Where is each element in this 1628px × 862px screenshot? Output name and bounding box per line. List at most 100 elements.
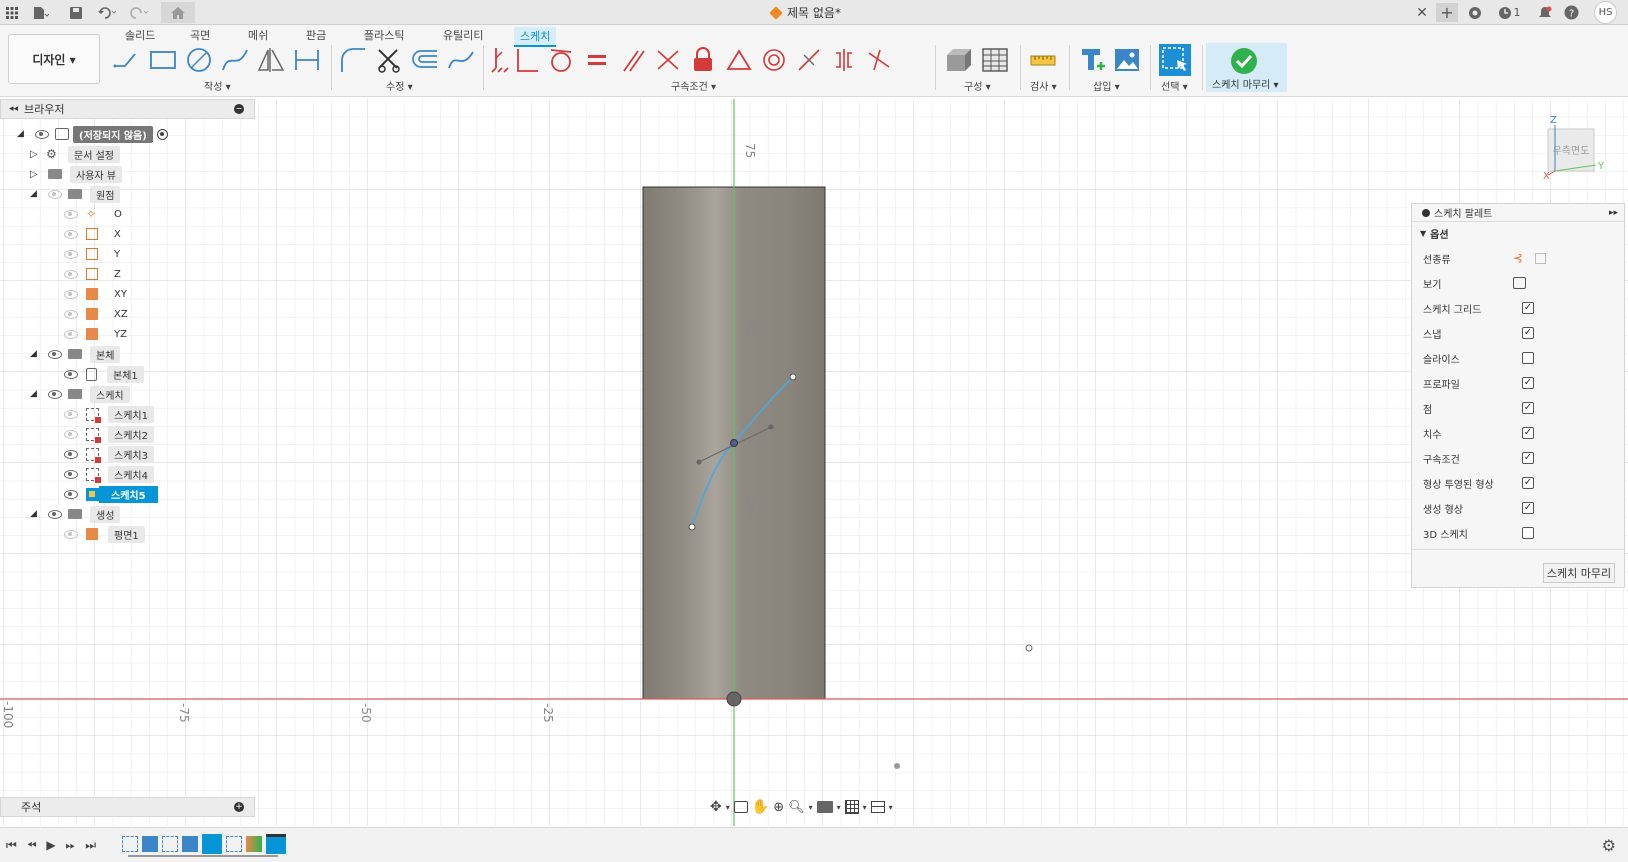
dropdown-arrow-icon[interactable]: ▾ — [889, 803, 893, 812]
offset-icon[interactable] — [410, 45, 440, 75]
tree-item-axis-x[interactable]: X — [64, 225, 127, 243]
app-grid-icon[interactable] — [4, 3, 20, 22]
fillet-icon[interactable] — [338, 45, 368, 75]
zoom-icon[interactable]: ⊕ — [773, 800, 784, 815]
line-icon[interactable] — [112, 45, 142, 75]
expand-icon[interactable]: ◢ — [30, 349, 42, 359]
points-checkbox[interactable]: ✓ — [1522, 402, 1534, 414]
visibility-eye-icon[interactable] — [64, 469, 78, 479]
visibility-eye-icon[interactable] — [35, 129, 49, 139]
visibility-eye-icon[interactable] — [48, 509, 62, 519]
insert-group-label[interactable]: 삽입 ▾ — [1093, 78, 1120, 93]
midpoint-icon[interactable] — [794, 45, 824, 75]
dropdown-arrow-icon[interactable]: ▾ — [726, 803, 730, 812]
tree-item-origin-point[interactable]: ✧ O — [64, 205, 128, 223]
tree-item-plane-xz[interactable]: XZ — [64, 305, 134, 323]
visibility-eye-icon[interactable] — [64, 309, 78, 319]
spline-icon[interactable] — [220, 45, 250, 75]
timeline-plane-icon[interactable] — [246, 836, 262, 852]
sketch-point[interactable] — [894, 763, 900, 769]
handle-point[interactable] — [768, 424, 774, 430]
tree-item-body1[interactable]: 본체1 — [64, 365, 144, 383]
tab-plastic[interactable]: 플라스틱 — [364, 27, 404, 43]
insert-derive-icon[interactable] — [1076, 45, 1106, 75]
circle-icon[interactable] — [184, 45, 214, 75]
trim-icon[interactable] — [374, 45, 404, 75]
expand-panel-icon[interactable]: ▸▸ — [1609, 208, 1618, 218]
table-icon[interactable] — [980, 45, 1010, 75]
tree-item-sketches[interactable]: ◢ 스케치 — [30, 385, 130, 403]
help-icon[interactable]: ? — [1562, 3, 1580, 22]
tree-item-origin[interactable]: ◢ 원점 — [30, 185, 121, 203]
visibility-eye-icon[interactable] — [64, 209, 78, 219]
finish-sketch-button[interactable]: 스케치 마무리 ▾ — [1206, 43, 1287, 92]
visibility-eye-icon[interactable] — [64, 229, 78, 239]
browser-header[interactable]: ◂◂ 브라우저 − — [0, 99, 255, 119]
curvature-icon[interactable] — [864, 45, 894, 75]
3d-sketch-checkbox[interactable] — [1522, 527, 1534, 539]
tree-item-plane-xy[interactable]: XY — [64, 285, 133, 303]
symmetry-icon[interactable] — [829, 45, 859, 75]
redo-icon[interactable] — [128, 3, 152, 22]
tree-item-named-views[interactable]: ▷ 사용자 뷰 — [30, 165, 122, 183]
pan-icon[interactable]: ✋ — [752, 799, 769, 815]
spline-mid-point[interactable] — [730, 439, 738, 447]
first-step-icon[interactable]: ⏮ — [6, 838, 17, 853]
rectangle-icon[interactable] — [148, 45, 178, 75]
construct-group-label[interactable]: 구성 ▾ — [964, 78, 991, 93]
tab-utilities[interactable]: 유틸리티 — [443, 27, 483, 43]
visibility-eye-icon[interactable] — [64, 449, 78, 459]
expand-icon[interactable]: ▷ — [30, 169, 42, 180]
visibility-eye-icon[interactable] — [64, 289, 78, 299]
last-step-icon[interactable]: ⏭ — [85, 838, 96, 853]
tree-item-plane-yz[interactable]: YZ — [64, 325, 133, 343]
select-group-label[interactable]: 선택 ▾ — [1161, 78, 1188, 93]
extensions-icon[interactable] — [1466, 3, 1484, 22]
perpendicular-icon[interactable] — [512, 45, 542, 75]
tab-sheetmetal[interactable]: 판금 — [306, 27, 326, 43]
visibility-eye-icon[interactable] — [64, 249, 78, 259]
profile-checkbox[interactable]: ✓ — [1522, 377, 1534, 389]
save-icon[interactable] — [68, 3, 84, 22]
display-settings-icon[interactable] — [816, 801, 833, 813]
slice-checkbox[interactable] — [1522, 352, 1534, 364]
viewports-icon[interactable] — [870, 801, 885, 813]
sketch-scale-icon[interactable] — [446, 45, 476, 75]
visibility-eye-icon[interactable] — [64, 369, 78, 379]
visibility-eye-icon[interactable] — [64, 409, 78, 419]
timeline-sketch-icon[interactable] — [226, 836, 242, 852]
comments-panel[interactable]: 주석 + — [0, 797, 255, 817]
dropdown-arrow-icon[interactable]: ▾ — [809, 803, 813, 812]
dimensions-checkbox[interactable]: ✓ — [1522, 427, 1534, 439]
tree-item-sketch2[interactable]: 스케치2 — [64, 425, 154, 443]
mirror-icon[interactable] — [256, 45, 286, 75]
parallel-icon[interactable] — [618, 45, 648, 75]
projected-geometry-checkbox[interactable]: ✓ — [1522, 477, 1534, 489]
spline-point[interactable] — [789, 373, 797, 381]
zoom-window-icon[interactable]: 🔍︎ — [788, 800, 805, 815]
activate-radio-icon[interactable] — [156, 128, 168, 140]
measure-icon[interactable] — [1028, 45, 1058, 75]
tree-item-sketch3[interactable]: 스케치3 — [64, 445, 154, 463]
expand-icon[interactable]: ◢ — [17, 129, 29, 139]
close-icon[interactable]: ✕ — [1414, 3, 1430, 22]
triangle-constraint-icon[interactable] — [724, 45, 754, 75]
tab-sketch[interactable]: 스케치 — [514, 27, 557, 47]
visibility-eye-icon[interactable] — [64, 529, 78, 539]
visibility-eye-icon[interactable] — [48, 389, 62, 399]
timeline-extrude-icon[interactable] — [142, 836, 158, 852]
construction-line-icon[interactable]: ⊰ — [1513, 251, 1523, 265]
grid-settings-icon[interactable] — [844, 800, 859, 814]
undo-icon[interactable] — [96, 3, 120, 22]
handle-point[interactable] — [696, 459, 702, 465]
snap-checkbox[interactable]: ✓ — [1522, 327, 1534, 339]
timeline-sketch-icon[interactable] — [122, 836, 138, 852]
look-at-icon[interactable] — [1513, 277, 1526, 289]
sketch-dimension-icon[interactable] — [292, 45, 322, 75]
user-avatar[interactable]: HS — [1594, 1, 1617, 24]
select-icon[interactable] — [1159, 44, 1191, 76]
expand-icon[interactable]: ◢ — [30, 509, 42, 519]
centerline-icon[interactable] — [1535, 252, 1546, 264]
expand-icon[interactable]: ◢ — [30, 389, 42, 399]
tab-mesh[interactable]: 메쉬 — [248, 27, 268, 43]
